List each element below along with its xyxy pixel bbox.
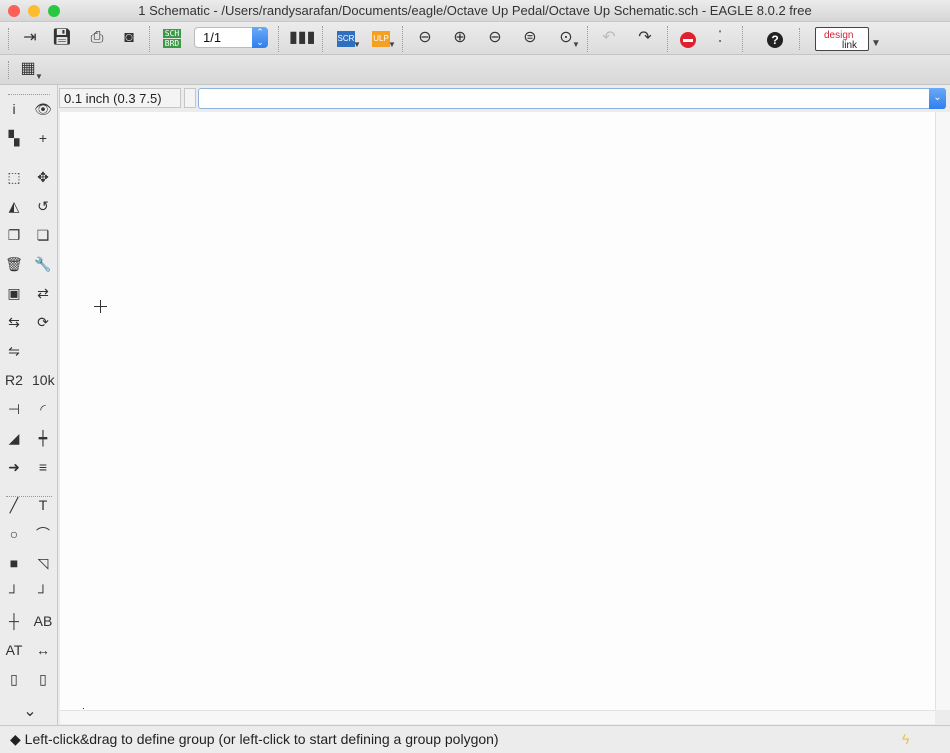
print-icon[interactable]: ⎙ bbox=[86, 27, 108, 49]
label-tool-icon[interactable]: AB bbox=[32, 610, 54, 632]
sheet-select[interactable]: 1/1 ⌃ ⌄ bbox=[194, 27, 268, 48]
cam-icon[interactable]: ◙ bbox=[118, 27, 140, 49]
sheets-icon[interactable]: ▮▮▮ bbox=[289, 27, 315, 49]
schematic-canvas[interactable] bbox=[60, 112, 935, 710]
vertical-scrollbar[interactable] bbox=[935, 112, 950, 710]
gateswap-tool-icon[interactable]: ➜ bbox=[3, 456, 25, 478]
dropdown-arrow-icon[interactable]: ▼ bbox=[35, 72, 43, 81]
lightning-icon: ϟ bbox=[902, 731, 910, 747]
grid-toolbar: ▦ ▼ bbox=[0, 55, 950, 85]
undo-icon[interactable]: ↶ bbox=[598, 27, 620, 49]
save-icon[interactable]: 💾︎ bbox=[51, 27, 73, 49]
designlink-button[interactable]: design link bbox=[815, 27, 869, 51]
help-icon[interactable]: ? bbox=[767, 32, 783, 48]
go-icon[interactable]: ⁚ bbox=[709, 27, 731, 49]
change-tool-icon[interactable]: 🔧 bbox=[32, 253, 54, 275]
command-history-dropdown[interactable]: ⌄ bbox=[929, 88, 946, 109]
copy-tool-icon[interactable]: ❐ bbox=[3, 224, 25, 246]
info-tool-icon[interactable]: i bbox=[3, 98, 25, 120]
add-tool-icon[interactable]: ▣ bbox=[3, 282, 25, 304]
status-bar: ◆ Left-click&drag to define group (or le… bbox=[0, 725, 950, 753]
coordinate-field bbox=[184, 88, 196, 108]
smash-tool-icon[interactable]: ≡ bbox=[32, 456, 54, 478]
dropdown-arrow-icon[interactable]: ▼ bbox=[572, 40, 580, 49]
main-toolbar: ⇥ 💾︎ ⎙ ◙ SCH BRD 1/1 ⌃ ⌄ ▮▮▮ SCR ▼ ULP ▼ ⊖… bbox=[0, 22, 950, 55]
line-tool-icon[interactable]: ╱ bbox=[3, 494, 25, 516]
invoke-tool-icon[interactable]: ⇋ bbox=[3, 340, 25, 362]
diamond-icon: ◆ bbox=[10, 731, 21, 747]
arc-tool-icon[interactable]: ⌒ bbox=[32, 523, 54, 545]
redo-icon[interactable]: ↷ bbox=[634, 27, 656, 49]
grid-info: 0.1 inch (0.3 7.5) bbox=[59, 88, 181, 108]
rotate-gate-tool-icon[interactable]: ⟳ bbox=[32, 311, 54, 333]
dropdown-arrow-icon[interactable]: ▼ bbox=[871, 38, 881, 49]
more-tools-icon[interactable]: ⌄ bbox=[19, 701, 41, 723]
mark-tool-icon[interactable]: + bbox=[32, 127, 54, 149]
value-tool-icon[interactable]: 10k bbox=[32, 369, 55, 391]
junction-tool-icon[interactable]: ┼ bbox=[3, 610, 25, 632]
group-tool-icon[interactable]: ⬚ bbox=[3, 166, 25, 188]
zoom-out-icon[interactable]: ⊖ bbox=[484, 27, 506, 49]
tool-sidebar: i 👁 ▚ + ⬚ ✥ ◭ ↺ ❐ ❏ 🗑 🔧 ▣ ⇄ ⇆ ⟳ ⇋ R2 10k ⊣ ◜ ◢ ┿ ➜ ≡ ╱ T ○ ⌒ ■ ◹ ┘ ┘ ┼ AB A… bbox=[0, 85, 58, 725]
swap-tool-icon[interactable]: ⇆ bbox=[3, 311, 25, 333]
sheet-value: 1/1 bbox=[203, 30, 222, 45]
dropdown-arrow-icon[interactable]: ▼ bbox=[388, 40, 396, 49]
command-input[interactable]: ⌄ bbox=[198, 88, 946, 109]
horizontal-scrollbar[interactable] bbox=[60, 710, 935, 724]
text-tool-icon[interactable]: T bbox=[32, 494, 54, 516]
frame-tool-icon[interactable]: ▯ bbox=[3, 668, 25, 690]
rotate-tool-icon[interactable]: ↺ bbox=[32, 195, 54, 217]
open-icon[interactable]: ⇥ bbox=[19, 27, 41, 49]
move-tool-icon[interactable]: ✥ bbox=[32, 166, 54, 188]
optimize-tool-icon[interactable]: ┿ bbox=[32, 427, 54, 449]
sheet-stepper[interactable]: ⌃ ⌄ bbox=[252, 27, 268, 48]
paste-tool-icon[interactable]: ❏ bbox=[32, 224, 54, 246]
pinswap-tool-icon[interactable]: ⊣ bbox=[3, 398, 25, 420]
miter-tool-icon[interactable]: ◜ bbox=[32, 398, 54, 420]
dimension-tool-icon[interactable]: ↔ bbox=[32, 639, 54, 661]
polygon-tool-icon[interactable]: ◹ bbox=[32, 552, 54, 574]
minimize-window-button[interactable] bbox=[28, 5, 40, 17]
zoom-fit-icon[interactable]: ⊖ bbox=[414, 27, 436, 49]
dropdown-arrow-icon[interactable]: ▼ bbox=[353, 40, 361, 49]
zoom-in-icon[interactable]: ⊕ bbox=[449, 27, 471, 49]
close-window-button[interactable] bbox=[8, 5, 20, 17]
mirror-tool-icon[interactable]: ◭ bbox=[3, 195, 25, 217]
sch-brd-switch-button[interactable]: SCH BRD bbox=[163, 29, 181, 48]
attribute-tool-icon[interactable]: AT bbox=[3, 639, 25, 661]
redraw-icon[interactable]: ⊜ bbox=[519, 27, 541, 49]
split-tool-icon[interactable]: ◢ bbox=[3, 427, 25, 449]
bus-tool-icon[interactable]: ┘ bbox=[3, 581, 25, 603]
replace-tool-icon[interactable]: ⇄ bbox=[32, 282, 54, 304]
zoom-window-button[interactable] bbox=[48, 5, 60, 17]
circle-tool-icon[interactable]: ○ bbox=[3, 523, 25, 545]
title-bar: 1 Schematic - /Users/randysarafan/Docume… bbox=[0, 0, 950, 22]
rect-tool-icon[interactable]: ■ bbox=[3, 552, 25, 574]
net-tool-icon[interactable]: ┘ bbox=[32, 581, 54, 603]
stop-icon[interactable] bbox=[680, 32, 696, 48]
name-tool-icon[interactable]: R2 bbox=[3, 369, 25, 391]
layers-tool-icon[interactable]: ▚ bbox=[3, 127, 25, 149]
status-message: Left-click&drag to define group (or left… bbox=[24, 731, 499, 747]
window-title: 1 Schematic - /Users/randysarafan/Docume… bbox=[138, 3, 812, 18]
module-tool-icon[interactable]: ▯ bbox=[32, 668, 54, 690]
delete-tool-icon[interactable]: 🗑 bbox=[3, 253, 25, 275]
show-tool-icon[interactable]: 👁 bbox=[32, 98, 54, 120]
